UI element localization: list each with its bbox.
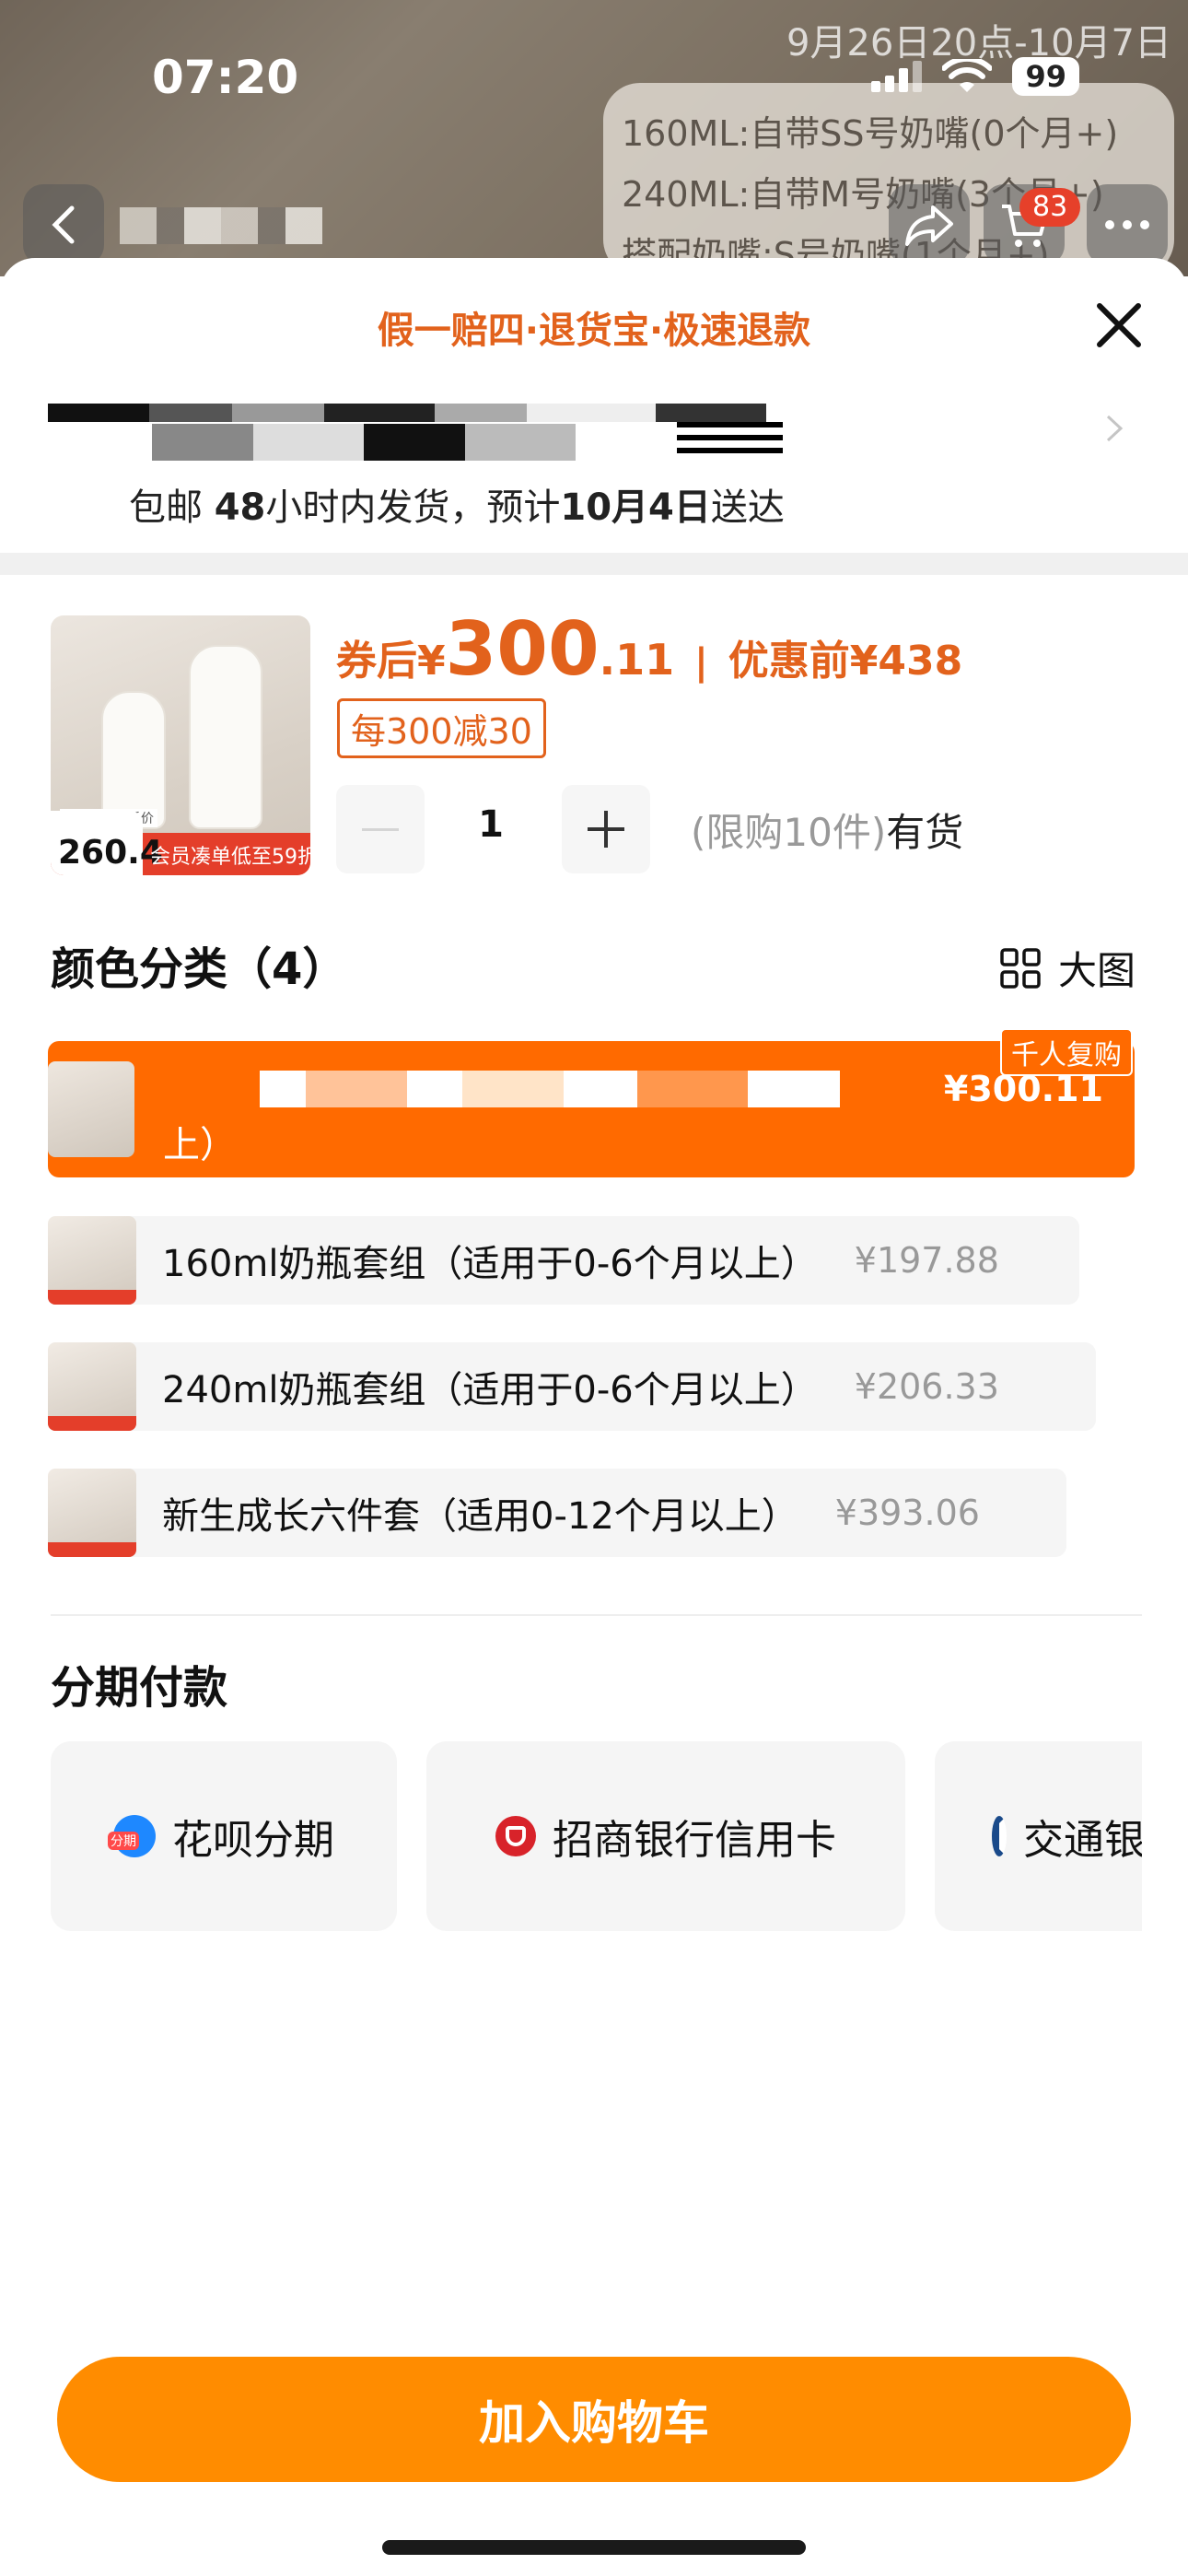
share-button[interactable] <box>889 184 970 265</box>
product-thumbnail[interactable]: 会员凑单到手价 260.4 会员凑单低至59折 <box>51 615 310 875</box>
address-redacted <box>677 422 783 459</box>
thumb-price: 260.4 <box>58 834 163 872</box>
price-line: 券后 ¥ 300 .11 | 优惠前 ¥ 438 <box>336 606 962 692</box>
repurchase-badge: 千人复购 <box>1000 1028 1133 1076</box>
quantity-value[interactable]: 1 <box>431 803 551 846</box>
option-name: 160ml奶瓶套组（适用于0-6个月以上） <box>162 1243 818 1285</box>
original-price: 438 <box>878 638 963 685</box>
option-thumbnail <box>48 1216 136 1305</box>
original-price-label: 优惠前 <box>728 638 850 685</box>
price-integer: 300 <box>445 606 600 692</box>
signal-icon <box>871 61 923 92</box>
address-redacted <box>152 424 576 461</box>
coupon-tag: 每300减30 <box>337 698 546 758</box>
home-indicator[interactable] <box>382 2540 806 2555</box>
stock-status: 有货 <box>886 810 964 855</box>
installment-option-huabei[interactable]: 花呗分期 <box>51 1741 397 1931</box>
installment-options: 花呗分期 招商银行信用卡 交通银行信用卡 <box>51 1741 1142 1935</box>
color-category-title: 颜色分类（4） <box>51 943 347 995</box>
bocom-icon <box>992 1816 1007 1856</box>
option-thumbnail <box>48 1469 136 1557</box>
installment-label: 花呗分期 <box>172 1817 334 1864</box>
sku-selector-sheet: 假一赔四·退货宝·极速退款 包邮 48小时内发货，预计10月4日送达 会员凑单到… <box>0 258 1188 2576</box>
chevron-left-icon <box>52 205 75 244</box>
option-thumbnail <box>48 1342 136 1431</box>
price-separator: | <box>694 641 708 684</box>
installment-label: 交通银行信用卡 <box>1023 1817 1142 1864</box>
price-decimal: .11 <box>599 635 675 685</box>
currency-symbol: ¥ <box>417 638 446 685</box>
installment-option-bocom[interactable]: 交通银行信用卡 <box>935 1741 1142 1931</box>
back-button[interactable] <box>23 184 104 265</box>
quantity-decrease-button[interactable] <box>336 785 425 873</box>
quantity-increase-button[interactable] <box>562 785 650 873</box>
close-icon <box>1097 303 1141 347</box>
section-divider <box>0 553 1188 575</box>
shipping-info: 包邮 48小时内发货，预计10月4日送达 <box>129 486 785 529</box>
battery-indicator: 99 <box>1012 57 1079 96</box>
option-name: 新生成长六件套（适用0-12个月以上） <box>162 1495 798 1538</box>
color-option[interactable]: 240ml奶瓶套组（适用于0-6个月以上） ¥206.33 <box>48 1342 1096 1431</box>
color-option[interactable]: 160ml奶瓶套组（适用于0-6个月以上） ¥197.88 <box>48 1216 1079 1305</box>
currency-symbol: ¥ <box>849 638 879 685</box>
big-image-label: 大图 <box>1058 948 1136 993</box>
option-name: 240ml奶瓶套组（适用于0-6个月以上） <box>162 1369 818 1411</box>
share-icon <box>905 205 953 246</box>
chevron-right-icon <box>1106 415 1124 442</box>
installment-title: 分期付款 <box>51 1662 228 1714</box>
option-thumbnail <box>48 1061 134 1157</box>
coupon-price-label: 券后 <box>336 638 417 685</box>
installment-label: 招商银行信用卡 <box>553 1817 836 1864</box>
option-price: ¥197.88 <box>854 1240 999 1281</box>
color-option[interactable]: 新生成长六件套（适用0-12个月以上） ¥393.06 <box>48 1469 1066 1557</box>
more-button[interactable] <box>1087 184 1168 265</box>
huabei-icon <box>108 1815 156 1857</box>
big-image-toggle[interactable]: 大图 <box>999 940 1136 996</box>
shop-name-redacted <box>120 207 322 244</box>
close-button[interactable] <box>1087 293 1151 357</box>
background-info-line: 160ML:自带SS号奶嘴(0个月+) <box>622 113 1119 154</box>
guarantee-banner: 假一赔四·退货宝·极速退款 <box>377 310 811 352</box>
option-price: ¥393.06 <box>834 1493 980 1533</box>
cmb-icon <box>495 1816 536 1856</box>
screen: 9月26日20点-10月7日 160ML:自带SS号奶嘴(0个月+) 240ML… <box>0 0 1188 2576</box>
section-divider <box>51 1614 1142 1616</box>
color-option-selected[interactable]: 上） ¥300.11 千人复购 <box>48 1028 1135 1177</box>
status-icons: 99 <box>871 57 1079 96</box>
add-to-cart-button[interactable]: 加入购物车 <box>57 2357 1131 2482</box>
cart-count-badge: 83 <box>1019 188 1081 227</box>
installment-option-cmb[interactable]: 招商银行信用卡 <box>426 1741 905 1931</box>
thumb-banner: 会员凑单低至59折 <box>150 846 310 869</box>
option-price: ¥206.33 <box>854 1366 999 1407</box>
purchase-limit: (限购10件)有货 <box>691 810 964 855</box>
status-time: 07:20 <box>152 51 299 104</box>
wifi-icon <box>942 59 993 92</box>
option-name-redacted <box>158 1071 886 1107</box>
grid-icon <box>1000 947 1041 989</box>
option-name-tail: 上） <box>163 1124 237 1166</box>
more-dots-icon <box>1105 220 1149 229</box>
